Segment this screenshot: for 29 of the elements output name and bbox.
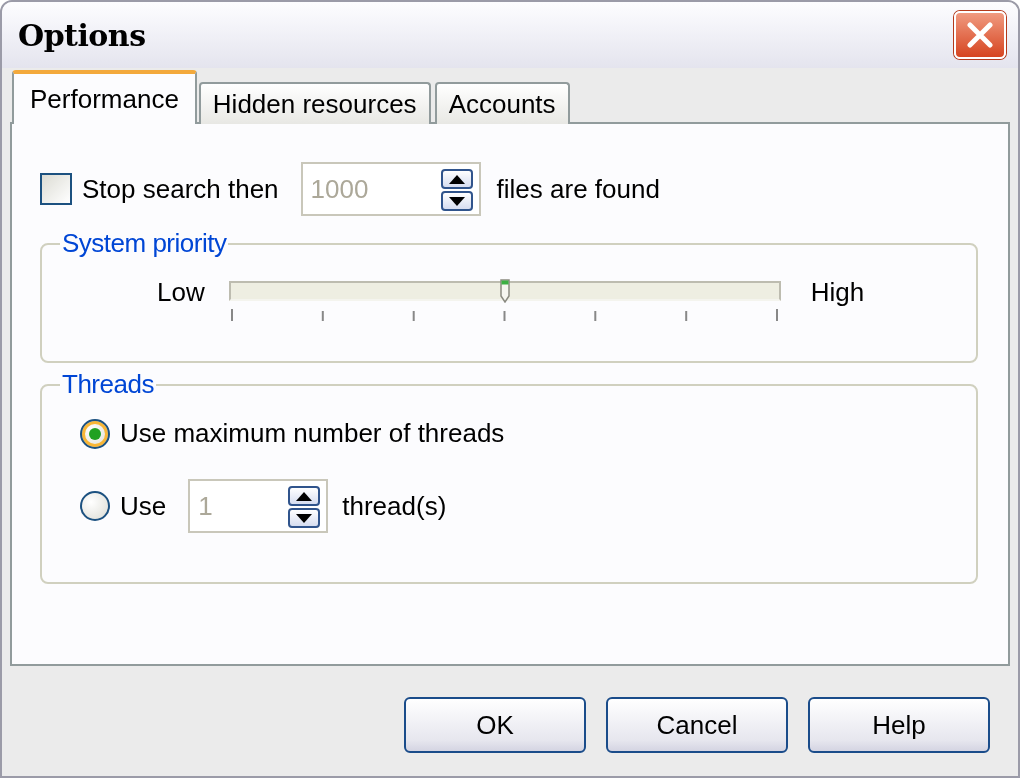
up-arrow-icon — [448, 174, 465, 184]
window-title: Options — [18, 17, 146, 53]
radio-button[interactable] — [80, 418, 110, 449]
cancel-button[interactable]: Cancel — [606, 697, 788, 753]
spin-down-button[interactable] — [440, 191, 473, 211]
radio-label: Use maximum number of threads — [120, 418, 505, 449]
low-label: Low — [157, 277, 205, 307]
unit-label: files are found — [496, 173, 660, 205]
tab[interactable]: Hidden resources — [198, 82, 431, 124]
group-title: System priority — [61, 228, 228, 259]
spin-up-button[interactable] — [440, 169, 473, 189]
checkbox-label: Stop search then — [82, 173, 279, 205]
unit-label: thread(s) — [342, 490, 447, 522]
up-arrow-icon — [296, 491, 313, 501]
help-button[interactable]: Help — [808, 697, 990, 753]
radio-label: Use — [120, 490, 167, 522]
close-icon — [967, 22, 993, 48]
spin-up-button[interactable] — [288, 486, 321, 506]
slider-track[interactable] — [228, 281, 781, 301]
slider-thumb[interactable] — [499, 279, 510, 303]
spin-down-button[interactable] — [288, 508, 321, 528]
high-label: High — [810, 277, 865, 307]
tab[interactable]: Accounts — [434, 82, 570, 124]
down-arrow-icon — [448, 196, 465, 206]
close-button[interactable] — [954, 11, 1006, 59]
ok-button[interactable]: OK — [404, 697, 586, 753]
group-title: Threads — [61, 369, 155, 400]
down-arrow-icon — [296, 513, 313, 523]
tab[interactable]: Performance — [12, 70, 197, 124]
